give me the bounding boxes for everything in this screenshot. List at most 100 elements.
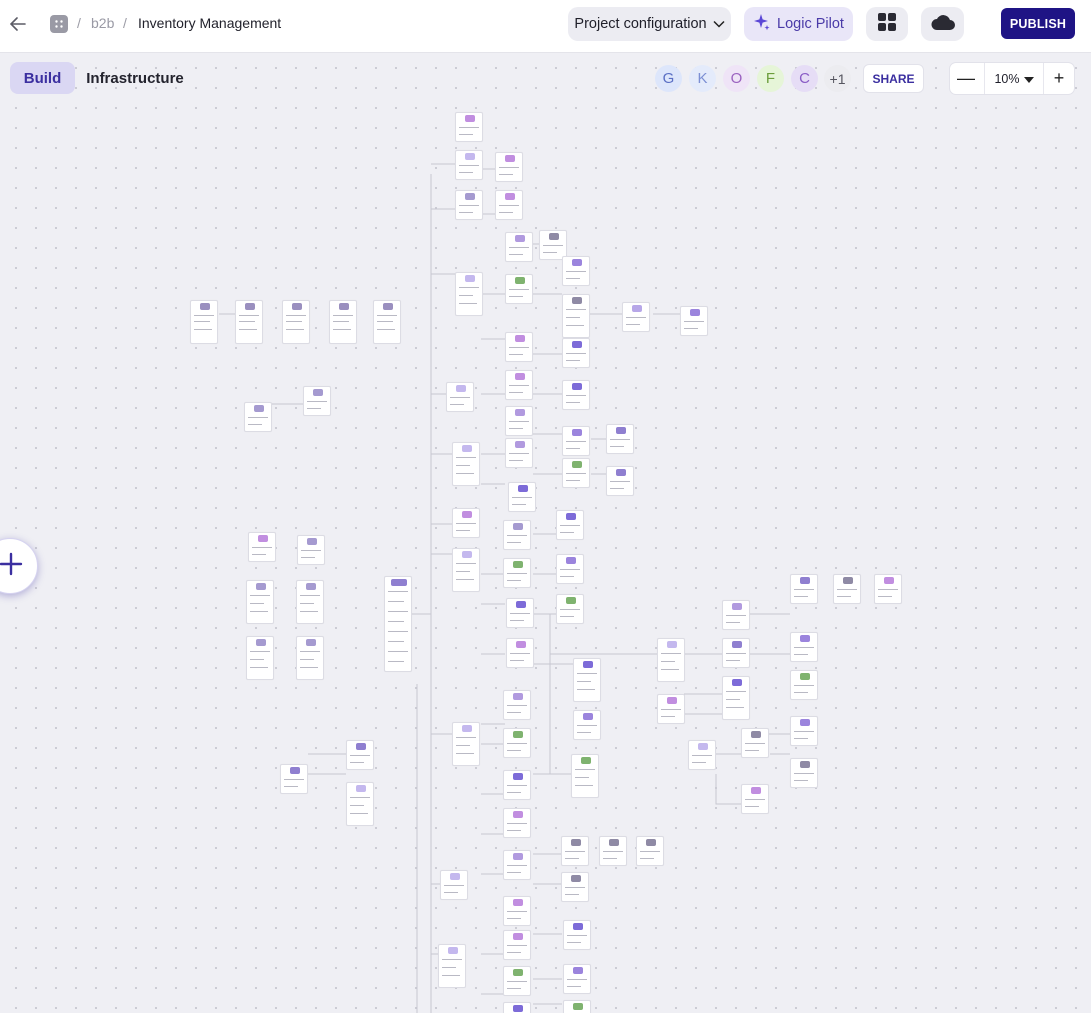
project-configuration-button[interactable]: Project configuration (568, 7, 731, 41)
flow-node[interactable] (790, 632, 818, 662)
flow-node[interactable] (248, 532, 276, 562)
flow-node[interactable] (561, 836, 589, 866)
flow-node[interactable] (562, 458, 590, 488)
flow-node-large[interactable] (384, 576, 412, 672)
tab-infrastructure[interactable]: Infrastructure (80, 62, 190, 94)
tab-build[interactable]: Build (10, 62, 75, 94)
flow-node[interactable] (346, 740, 374, 770)
flow-node[interactable] (573, 658, 601, 702)
flow-node[interactable] (722, 676, 750, 720)
flow-node[interactable] (506, 598, 534, 628)
flow-node[interactable] (874, 574, 902, 604)
flow-node[interactable] (556, 554, 584, 584)
flow-node[interactable] (303, 386, 331, 416)
flow-node[interactable] (495, 190, 523, 220)
flow-node[interactable] (503, 930, 531, 960)
flow-node[interactable] (562, 380, 590, 410)
flow-node[interactable] (452, 548, 480, 592)
collaborator-avatar[interactable]: K (689, 65, 716, 92)
flow-node[interactable] (722, 600, 750, 630)
flow-node[interactable] (505, 370, 533, 400)
flow-node[interactable] (790, 758, 818, 788)
flow-node[interactable] (503, 690, 531, 720)
flow-node[interactable] (562, 256, 590, 286)
flow-node[interactable] (296, 580, 324, 624)
flow-node[interactable] (495, 152, 523, 182)
flow-node[interactable] (455, 272, 483, 316)
flow-node[interactable] (571, 754, 599, 798)
flow-node[interactable] (446, 382, 474, 412)
flow-node[interactable] (508, 482, 536, 512)
flow-node[interactable] (636, 836, 664, 866)
flow-node[interactable] (505, 274, 533, 304)
breadcrumb-project[interactable]: b2b (91, 15, 114, 31)
collaborator-avatar[interactable]: G (655, 65, 682, 92)
zoom-level-select[interactable]: 10% (984, 63, 1044, 94)
back-arrow-icon[interactable] (8, 14, 28, 34)
flow-node[interactable] (556, 594, 584, 624)
flow-node[interactable] (503, 850, 531, 880)
flow-node[interactable] (246, 636, 274, 680)
flow-node[interactable] (455, 112, 483, 142)
flow-node[interactable] (556, 510, 584, 540)
flow-node[interactable] (562, 426, 590, 456)
flow-node[interactable] (562, 338, 590, 368)
flow-node[interactable] (280, 764, 308, 794)
flow-node[interactable] (503, 520, 531, 550)
flow-node[interactable] (688, 740, 716, 770)
publish-button[interactable]: PUBLISH (1001, 8, 1075, 39)
flow-node[interactable] (722, 638, 750, 668)
workspace-icon[interactable] (50, 15, 68, 33)
flow-node[interactable] (190, 300, 218, 344)
collaborator-avatar[interactable]: C (791, 65, 818, 92)
flow-node[interactable] (452, 508, 480, 538)
flow-node[interactable] (680, 306, 708, 336)
zoom-in-button[interactable]: + (1043, 63, 1075, 94)
flow-node[interactable] (505, 232, 533, 262)
flow-node[interactable] (246, 580, 274, 624)
flow-node[interactable] (622, 302, 650, 332)
flow-node[interactable] (505, 438, 533, 468)
flow-node[interactable] (505, 332, 533, 362)
flow-node[interactable] (563, 920, 591, 950)
flow-node[interactable] (503, 728, 531, 758)
flow-node[interactable] (833, 574, 861, 604)
flow-node[interactable] (657, 638, 685, 682)
flow-node[interactable] (790, 670, 818, 700)
flow-node[interactable] (503, 808, 531, 838)
flow-node[interactable] (790, 716, 818, 746)
share-button[interactable]: SHARE (863, 64, 924, 93)
flow-node[interactable] (503, 770, 531, 800)
flow-node[interactable] (452, 722, 480, 766)
flow-node[interactable] (505, 406, 533, 436)
more-collaborators-badge[interactable]: +1 (824, 65, 851, 92)
flow-node[interactable] (561, 872, 589, 902)
flow-node[interactable] (503, 1002, 531, 1013)
logic-pilot-button[interactable]: Logic Pilot (744, 7, 853, 41)
flow-node[interactable] (563, 1000, 591, 1013)
flow-node[interactable] (440, 870, 468, 900)
flow-node[interactable] (741, 784, 769, 814)
flow-node[interactable] (346, 782, 374, 826)
flow-node[interactable] (790, 574, 818, 604)
flow-node[interactable] (244, 402, 272, 432)
flow-node[interactable] (329, 300, 357, 344)
collaborator-avatar[interactable]: F (757, 65, 784, 92)
flow-node[interactable] (606, 424, 634, 454)
zoom-out-button[interactable]: — (950, 63, 982, 94)
flow-node[interactable] (506, 638, 534, 668)
flow-node[interactable] (296, 636, 324, 680)
collaborator-avatar[interactable]: O (723, 65, 750, 92)
flow-node[interactable] (573, 710, 601, 740)
cloud-button[interactable] (921, 7, 964, 41)
flow-node[interactable] (297, 535, 325, 565)
flow-node[interactable] (503, 896, 531, 926)
flow-canvas[interactable]: Build Infrastructure G K O F C +1 SHARE … (0, 54, 1091, 1013)
flow-node[interactable] (282, 300, 310, 344)
flow-node[interactable] (599, 836, 627, 866)
flow-node[interactable] (373, 300, 401, 344)
flow-node[interactable] (455, 150, 483, 180)
flow-node[interactable] (606, 466, 634, 496)
apps-grid-button[interactable] (866, 7, 908, 41)
flow-node[interactable] (452, 442, 480, 486)
